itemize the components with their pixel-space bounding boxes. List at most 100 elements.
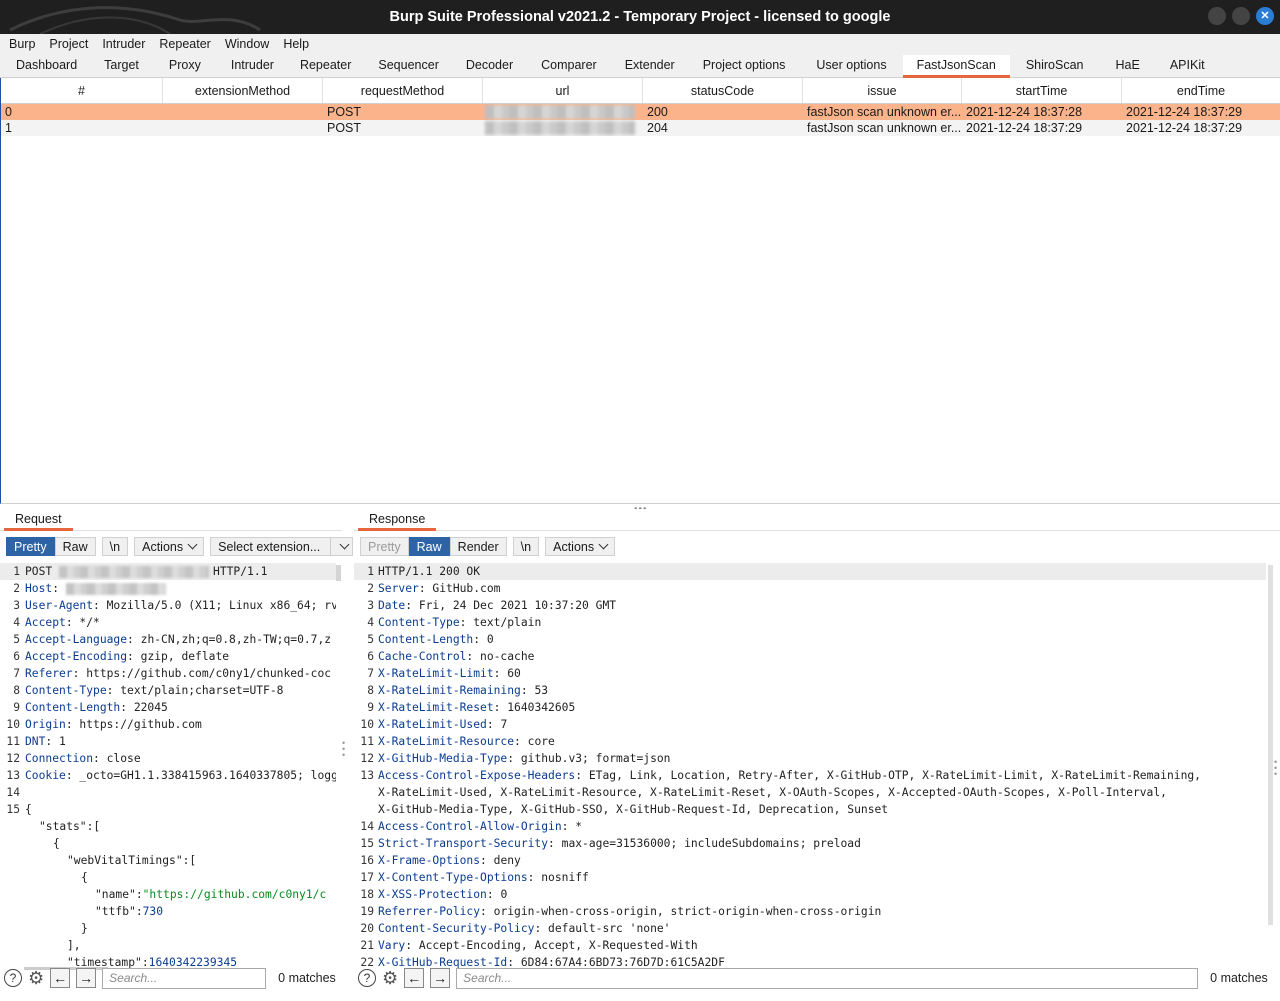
json-token: {	[53, 837, 60, 850]
tab-hae[interactable]: HaE	[1100, 55, 1156, 77]
column-header-end-time[interactable]: endTime	[1122, 78, 1280, 103]
previous-match-button[interactable]: ←	[50, 968, 71, 988]
request-editor[interactable]: 1 POST HTTP/1.1 2 Host: 3 User-Agent: Mozill…	[0, 563, 336, 968]
header-name: X-RateLimit-Used	[378, 718, 487, 731]
code-line: 20 Content-Security-Policy: default-src '…	[354, 920, 1266, 937]
maximize-button[interactable]	[1232, 7, 1250, 25]
tab-sequencer[interactable]: Sequencer	[364, 55, 452, 77]
next-match-button[interactable]: →	[430, 968, 451, 988]
column-header-status-code[interactable]: statusCode	[643, 78, 803, 103]
vertical-split-handle[interactable]: • • •	[342, 739, 345, 760]
search-input[interactable]: Search...	[102, 967, 267, 989]
tab-repeater[interactable]: Repeater	[287, 55, 364, 77]
tab-dashboard[interactable]: Dashboard	[0, 55, 90, 77]
right-split-handle[interactable]: • • •	[1274, 758, 1277, 779]
help-icon[interactable]: ?	[4, 969, 22, 987]
code-line: 14	[0, 784, 336, 801]
line-number: 4	[367, 616, 374, 629]
cell-end-time: 2021-12-24 18:37:29	[1126, 105, 1243, 119]
code-text: Strict-Transport-Security: max-age=31536…	[378, 835, 861, 852]
separator: :	[45, 735, 60, 748]
line-number: 8	[13, 684, 20, 697]
column-header-issue[interactable]: issue	[803, 78, 962, 103]
menu-intruder[interactable]: Intruder	[95, 34, 152, 55]
tab-target[interactable]: Target	[90, 55, 152, 77]
response-tab[interactable]: Response	[358, 509, 437, 531]
column-header-request-method[interactable]: requestMethod	[323, 78, 483, 103]
separator: :	[514, 735, 528, 748]
request-tab[interactable]: Request	[4, 509, 73, 531]
pretty-button[interactable]: Pretty	[360, 537, 409, 556]
line-number: 11	[6, 735, 20, 748]
menu-project[interactable]: Project	[42, 34, 95, 55]
cell-request-method: POST	[327, 121, 362, 135]
column-header-url[interactable]: url	[483, 78, 643, 103]
separator: :	[507, 752, 521, 765]
line-number: 1	[13, 565, 20, 578]
code-line: 22 X-GitHub-Request-Id: 6D84:67A4:6BD73:7…	[354, 954, 1266, 968]
code-text: Content-Type: text/plain;charset=UTF-8	[25, 682, 283, 699]
tab-comparer[interactable]: Comparer	[526, 55, 612, 77]
gear-icon[interactable]: ⚙	[28, 969, 44, 987]
code-text: Cache-Control: no-cache	[378, 648, 534, 665]
tab-proxy[interactable]: Proxy	[152, 55, 218, 77]
table-row[interactable]: 1 POST 204 fastJson scan unknown er... 2…	[1, 120, 1280, 136]
header-value: deny	[493, 854, 521, 867]
code-text: Content-Length: 22045	[25, 699, 168, 716]
header-name: Content-Length	[378, 633, 474, 646]
tab-decoder[interactable]: Decoder	[453, 55, 526, 77]
separator: :	[473, 633, 487, 646]
tab-extender[interactable]: Extender	[612, 55, 688, 77]
gear-icon[interactable]: ⚙	[382, 969, 398, 987]
code-text: X-RateLimit-Reset: 1640342605	[378, 699, 575, 716]
column-header-id[interactable]: #	[1, 78, 163, 103]
tab-intruder[interactable]: Intruder	[218, 55, 287, 77]
actions-dropdown[interactable]: Actions	[545, 537, 616, 556]
tab-project-options[interactable]: Project options	[688, 55, 801, 77]
render-button[interactable]: Render	[449, 537, 507, 556]
header-value: https://github.com	[79, 718, 202, 731]
code-text: Cookie: _octo=GH1.1.338415963.1640337805…	[25, 767, 336, 784]
line-number: 9	[13, 701, 20, 714]
column-header-extension-method[interactable]: extensionMethod	[163, 78, 323, 103]
pretty-button[interactable]: Pretty	[6, 537, 55, 556]
response-scrollbar[interactable]	[1268, 565, 1273, 925]
menu-repeater[interactable]: Repeater	[152, 34, 217, 55]
menu-window[interactable]: Window	[218, 34, 276, 55]
header-name: Strict-Transport-Security	[378, 837, 549, 850]
raw-button[interactable]: Raw	[408, 537, 450, 556]
select-extension-dropdown[interactable]: Select extension...	[210, 537, 354, 556]
raw-button[interactable]: Raw	[54, 537, 96, 556]
newline-toggle-button[interactable]: \n	[512, 537, 540, 556]
tab-shiroscan[interactable]: ShiroScan	[1010, 55, 1100, 77]
tab-user-options[interactable]: User options	[800, 55, 902, 77]
code-line: 11 X-RateLimit-Resource: core	[354, 733, 1266, 750]
actions-dropdown[interactable]: Actions	[134, 537, 205, 556]
code-line: 14 Access-Control-Allow-Origin: *	[354, 818, 1266, 835]
menu-burp[interactable]: Burp	[2, 34, 42, 55]
response-editor[interactable]: 1 HTTP/1.1 200 OK 2 Server: GitHub.com 3 Date…	[354, 563, 1266, 968]
header-value: max-age=31536000; includeSubdomains; pre…	[561, 837, 861, 850]
separator: :	[575, 769, 589, 782]
line-number: 16	[360, 854, 374, 867]
minimize-button[interactable]	[1208, 7, 1226, 25]
code-line: 2 Server: GitHub.com	[354, 580, 1266, 597]
request-scrollbar[interactable]	[336, 565, 341, 581]
cell-start-time: 2021-12-24 18:37:29	[966, 121, 1083, 135]
header-name: Origin	[25, 718, 66, 731]
column-header-start-time[interactable]: startTime	[962, 78, 1122, 103]
close-window-button[interactable]: ✕	[1256, 7, 1274, 25]
line-number: 3	[13, 599, 20, 612]
help-icon[interactable]: ?	[358, 969, 376, 987]
table-row[interactable]: 0 POST 200 fastJson scan unknown er... 2…	[1, 104, 1280, 120]
tab-apikit[interactable]: APIKit	[1156, 55, 1219, 77]
separator: :	[459, 616, 474, 629]
cell-url-redacted	[483, 120, 643, 136]
header-value: HTTP/1.1	[213, 565, 268, 578]
previous-match-button[interactable]: ←	[404, 968, 425, 988]
menu-help[interactable]: Help	[276, 34, 316, 55]
newline-toggle-button[interactable]: \n	[101, 537, 129, 556]
search-input[interactable]: Search...	[456, 967, 1199, 989]
tab-fastjsonscan[interactable]: FastJsonScan	[902, 55, 1011, 78]
next-match-button[interactable]: →	[76, 968, 97, 988]
